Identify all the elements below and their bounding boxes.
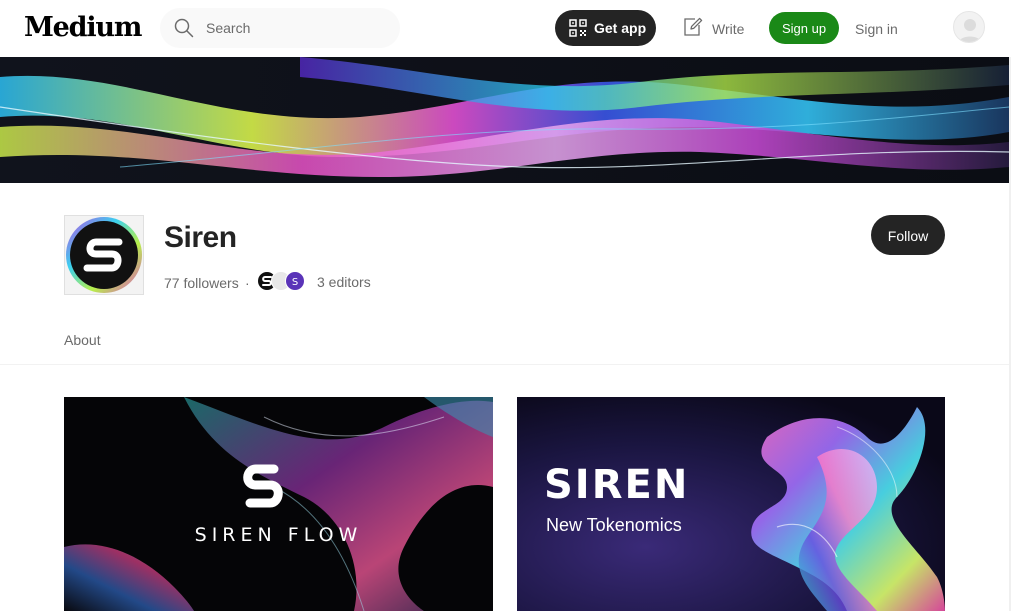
search-bar[interactable] — [160, 8, 400, 48]
siren-logo-icon — [66, 217, 142, 293]
edit-icon — [684, 17, 703, 36]
search-input[interactable] — [206, 18, 386, 38]
followers-count[interactable]: 77 followers — [164, 275, 239, 291]
tab-about[interactable]: About — [64, 332, 101, 348]
post-card-siren-flow[interactable] — [64, 397, 493, 611]
publication-title: Siren — [164, 221, 237, 254]
qr-code-icon — [569, 19, 587, 37]
search-icon — [174, 18, 194, 38]
post-image-subtitle: New Tokenomics — [546, 515, 682, 535]
user-avatar[interactable] — [953, 11, 985, 43]
write-label: Write — [712, 21, 745, 37]
publication-banner — [0, 57, 1009, 183]
post-image-title: SIREN — [544, 462, 690, 508]
banner-image — [0, 57, 1009, 183]
follow-label: Follow — [887, 228, 929, 244]
follow-button[interactable]: Follow — [871, 215, 945, 255]
publication-logo[interactable] — [64, 215, 144, 295]
svg-text:S: S — [292, 277, 298, 288]
editors-count[interactable]: 3 editors — [317, 274, 371, 290]
sign-up-button[interactable]: Sign up — [769, 12, 839, 44]
medium-logo[interactable]: Medium — [24, 12, 142, 43]
editor-avatars[interactable]: S — [257, 271, 311, 291]
get-app-label: Get app — [594, 20, 647, 36]
sign-up-label: Sign up — [781, 21, 827, 36]
user-icon — [958, 19, 982, 42]
get-app-button[interactable]: Get app — [555, 10, 656, 46]
editor-avatar: S — [285, 271, 305, 291]
top-navigation: Medium Get app Write Si — [0, 0, 1011, 57]
post-image-text: SIREN FLOW — [194, 524, 363, 546]
divider — [0, 364, 1009, 365]
sign-in-link[interactable]: Sign in — [855, 21, 898, 37]
separator-dot: · — [245, 275, 250, 291]
post-image — [64, 397, 493, 611]
